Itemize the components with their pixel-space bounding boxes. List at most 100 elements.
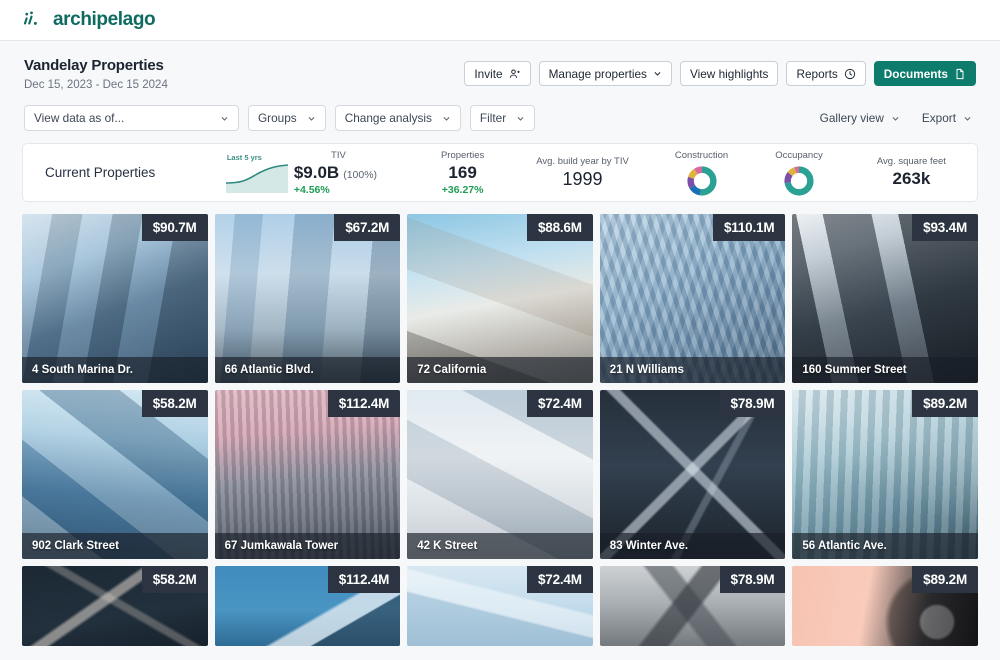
property-price: $67.2M <box>334 214 400 241</box>
property-card[interactable]: $112.4M <box>215 566 401 646</box>
archipelago-logo-icon <box>22 9 44 31</box>
property-card[interactable]: $72.4M <box>407 566 593 646</box>
chevron-down-icon <box>220 114 229 123</box>
reports-button[interactable]: Reports <box>786 61 865 86</box>
property-price: $90.7M <box>142 214 208 241</box>
manage-properties-label: Manage properties <box>549 67 647 81</box>
property-gallery-row-3: $58.2M $112.4M $72.4M $78.9M $89.2M <box>18 566 982 646</box>
top-navbar: archipelago <box>0 0 1000 41</box>
sparkline-label: Last 5 yrs <box>227 153 262 162</box>
brand-logo[interactable]: archipelago <box>22 9 155 31</box>
gallery-view-label: Gallery view <box>820 111 884 125</box>
filter-select[interactable]: Filter <box>470 105 535 131</box>
documents-button[interactable]: Documents <box>874 61 976 86</box>
property-card[interactable]: $93.4M 160 Summer Street <box>792 214 978 383</box>
page-header: Vandelay Properties Dec 15, 2023 - Dec 1… <box>18 41 982 101</box>
view-highlights-label: View highlights <box>690 67 768 81</box>
property-address: 902 Clark Street <box>22 533 208 559</box>
page-title: Vandelay Properties <box>24 57 168 74</box>
property-address: 42 K Street <box>407 533 593 559</box>
build-year-stat: Avg. build year by TIV 1999 <box>514 156 651 190</box>
invite-button-label: Invite <box>474 67 502 81</box>
export-select[interactable]: Export <box>922 111 972 125</box>
construction-header: Construction <box>675 150 728 161</box>
properties-delta: +36.27% <box>442 184 484 196</box>
tiv-sparkline: Last 5 yrs <box>226 153 288 193</box>
property-gallery-row-2: $58.2M 902 Clark Street $112.4M 67 Jumka… <box>18 390 982 559</box>
property-card[interactable]: $90.7M 4 South Marina Dr. <box>22 214 208 383</box>
chevron-down-icon <box>516 114 525 123</box>
property-address: 66 Atlantic Blvd. <box>215 357 401 383</box>
property-price: $58.2M <box>142 566 208 593</box>
filter-controls: View data as of... Groups Change analysi… <box>24 105 535 131</box>
export-label: Export <box>922 111 956 125</box>
property-card[interactable]: $112.4M 67 Jumkawala Tower <box>215 390 401 559</box>
property-card[interactable]: $78.9M 83 Winter Ave. <box>600 390 786 559</box>
page-date-range: Dec 15, 2023 - Dec 15 2024 <box>24 79 168 91</box>
property-address: 72 California <box>407 357 593 383</box>
tiv-values: TIV $9.0B (100%) +4.56% <box>294 150 377 196</box>
property-address: 160 Summer Street <box>792 357 978 383</box>
property-address: 56 Atlantic Ave. <box>792 533 978 559</box>
build-year-header: Avg. build year by TIV <box>536 156 629 167</box>
properties-stat: Properties 169 +36.27% <box>411 150 514 196</box>
tiv-stat: Last 5 yrs TIV $9.0B (100%) +4.56% <box>226 150 377 196</box>
donut-chart-icon <box>687 166 717 196</box>
donut-chart-icon <box>784 166 814 196</box>
gallery-view-select[interactable]: Gallery view <box>820 111 900 125</box>
property-card[interactable]: $72.4M 42 K Street <box>407 390 593 559</box>
tiv-value: $9.0B <box>294 163 339 183</box>
invite-button[interactable]: Invite <box>464 61 530 86</box>
property-card[interactable]: $67.2M 66 Atlantic Blvd. <box>215 214 401 383</box>
document-icon <box>954 68 966 80</box>
header-actions: Invite Manage properties <box>464 57 976 86</box>
property-card[interactable]: $58.2M <box>22 566 208 646</box>
view-data-as-of-select[interactable]: View data as of... <box>24 105 239 131</box>
groups-select[interactable]: Groups <box>248 105 326 131</box>
property-price: $110.1M <box>713 214 785 241</box>
manage-properties-button[interactable]: Manage properties <box>539 61 672 86</box>
filter-bar: View data as of... Groups Change analysi… <box>18 101 982 143</box>
tiv-delta: +4.56% <box>294 184 330 196</box>
square-feet-header: Avg. square feet <box>877 156 946 167</box>
properties-value: 169 <box>448 163 476 183</box>
property-card[interactable]: $110.1M 21 N Williams <box>600 214 786 383</box>
summary-stats-bar: Current Properties Last 5 yrs TIV $9.0B … <box>22 143 978 202</box>
tiv-share: (100%) <box>343 169 377 181</box>
property-card[interactable]: $58.2M 902 Clark Street <box>22 390 208 559</box>
people-add-icon <box>509 68 521 80</box>
properties-header: Properties <box>441 150 484 161</box>
tiv-header: TIV <box>325 150 346 161</box>
build-year-value: 1999 <box>563 169 603 190</box>
page-container: Vandelay Properties Dec 15, 2023 - Dec 1… <box>0 41 1000 646</box>
property-price: $78.9M <box>720 566 786 593</box>
view-highlights-button[interactable]: View highlights <box>680 61 778 86</box>
square-feet-stat: Avg. square feet 263k <box>846 156 977 189</box>
documents-button-label: Documents <box>884 67 948 81</box>
change-analysis-select[interactable]: Change analysis <box>335 105 461 131</box>
view-data-as-of-label: View data as of... <box>34 111 124 125</box>
property-price: $89.2M <box>912 566 978 593</box>
property-address: 67 Jumkawala Tower <box>215 533 401 559</box>
property-price: $72.4M <box>527 390 593 417</box>
property-price: $78.9M <box>720 390 786 417</box>
property-address: 83 Winter Ave. <box>600 533 786 559</box>
groups-label: Groups <box>258 111 297 125</box>
property-price: $93.4M <box>912 214 978 241</box>
chevron-down-icon <box>442 114 451 123</box>
property-price: $112.4M <box>328 390 400 417</box>
property-price: $72.4M <box>527 566 593 593</box>
clock-icon <box>844 68 856 80</box>
property-card[interactable]: $88.6M 72 California <box>407 214 593 383</box>
property-price: $112.4M <box>328 566 400 593</box>
property-gallery-row-1: $90.7M 4 South Marina Dr. $67.2M 66 Atla… <box>18 214 982 383</box>
reports-button-label: Reports <box>796 67 837 81</box>
property-price: $89.2M <box>912 390 978 417</box>
chevron-down-icon <box>963 114 972 123</box>
brand-name: archipelago <box>53 9 155 31</box>
property-card[interactable]: $89.2M 56 Atlantic Ave. <box>792 390 978 559</box>
property-address: 4 South Marina Dr. <box>22 357 208 383</box>
property-card[interactable]: $89.2M <box>792 566 978 646</box>
chevron-down-icon <box>891 114 900 123</box>
property-card[interactable]: $78.9M <box>600 566 786 646</box>
